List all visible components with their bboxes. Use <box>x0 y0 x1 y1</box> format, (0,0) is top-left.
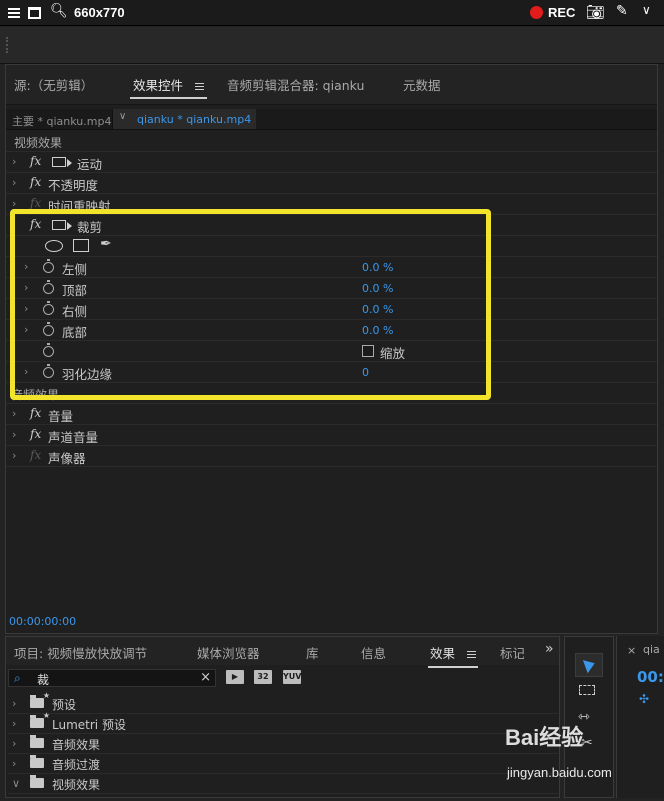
tab-libraries[interactable]: 库 <box>306 643 319 662</box>
effect-name-motion: 运动 <box>77 157 103 172</box>
video-effects-label: 视频效果 <box>14 136 63 150</box>
close-icon[interactable]: × <box>627 644 636 657</box>
window-icon[interactable] <box>28 7 41 19</box>
tree-item-presets[interactable]: › 预设 <box>8 691 558 714</box>
accelerated-effects-icon[interactable]: ▶ <box>226 670 244 684</box>
toolbar-grip[interactable] <box>6 37 8 53</box>
effect-row-channel-volume[interactable]: › fx 声道音量 <box>6 425 657 446</box>
motion-transform-icon[interactable] <box>52 157 72 167</box>
tree-item-label: 预设 <box>52 698 77 712</box>
chevron-right-icon[interactable]: › <box>12 428 16 441</box>
effects-search[interactable]: ⌕ 裁 × <box>8 669 216 687</box>
tab-effect-controls[interactable]: 效果控件 <box>130 75 207 99</box>
tree-item-label: 音频过渡 <box>52 758 101 772</box>
folder-icon <box>30 735 44 748</box>
chevron-right-icon[interactable]: › <box>12 697 16 710</box>
tab-source[interactable]: 源:（无剪辑） <box>14 75 93 94</box>
tab-media-browser[interactable]: 媒体浏览器 <box>197 643 260 662</box>
tab-info[interactable]: 信息 <box>361 643 386 662</box>
tab-markers[interactable]: 标记 <box>500 643 524 662</box>
rec-label[interactable]: REC <box>548 5 575 20</box>
sequence-tab-label[interactable]: qia <box>643 643 660 656</box>
tab-audio-clip-mixer[interactable]: 音频剪辑混合器: qianku <box>227 75 364 94</box>
playhead-timecode[interactable]: 00:00:00:00 <box>9 615 76 628</box>
folder-icon <box>30 711 50 728</box>
tree-item-audio-transitions[interactable]: › 音频过渡 <box>8 754 558 774</box>
search-icon[interactable]: 🔍︎ <box>50 3 68 19</box>
panel-menu-icon[interactable] <box>467 649 476 660</box>
chevron-down-icon[interactable]: ∨ <box>12 777 20 790</box>
fx-icon[interactable]: fx <box>30 427 41 441</box>
tree-item-label: 视频效果 <box>52 778 101 792</box>
yuv-effects-icon[interactable]: YUV <box>283 670 301 684</box>
tree-item-label: 音频效果 <box>52 738 101 752</box>
snap-icon[interactable]: ✣ <box>639 692 649 706</box>
panel-menu-icon[interactable] <box>195 81 204 92</box>
chevron-right-icon[interactable]: › <box>12 407 16 420</box>
baidu-watermark-url: jingyan.baidu.com <box>507 765 612 780</box>
section-header-video: 视频效果 <box>6 131 657 152</box>
effect-name-opacity: 不透明度 <box>48 178 99 193</box>
pen-icon[interactable]: ✎ <box>616 3 628 19</box>
chevron-down-icon[interactable]: ∨ <box>642 3 651 17</box>
effect-name-volume: 音量 <box>48 409 74 424</box>
chevron-right-icon[interactable]: › <box>12 717 16 730</box>
folder-icon <box>30 691 50 708</box>
chevron-right-icon[interactable]: › <box>12 757 16 770</box>
toolbar <box>0 27 664 64</box>
resolution-label: 660x770 <box>74 5 125 20</box>
bottom-tabs: 项目: 视频慢放快放调节 媒体浏览器 库 信息 效果 标记 » <box>6 637 559 668</box>
fx-icon: fx <box>30 448 42 462</box>
tab-metadata[interactable]: 元数据 <box>403 75 441 94</box>
chevron-right-icon[interactable]: › <box>12 449 16 462</box>
baidu-watermark-logo: Bai经验 <box>505 725 584 750</box>
effect-row-motion[interactable]: › fx 运动 <box>6 152 657 173</box>
menu-icon[interactable] <box>8 6 20 20</box>
search-icon: ⌕ <box>14 671 21 685</box>
effect-row-panner[interactable]: › fx 声像器 <box>6 446 657 467</box>
tree-item-video-effects[interactable]: ∨ 视频效果 <box>8 774 558 794</box>
effect-name-channel-volume: 声道音量 <box>48 430 99 445</box>
effect-row-volume[interactable]: › fx 音量 <box>6 404 657 425</box>
chevron-right-icon[interactable]: › <box>12 176 16 189</box>
effects-search-input[interactable]: 裁 <box>37 671 49 688</box>
timeline-timecode[interactable]: 00: <box>637 668 664 686</box>
sequence-clip[interactable]: ∨ qianku * qianku.mp4 <box>112 109 256 129</box>
clip-selector: 主要 * qianku.mp4 ∨ qianku * qianku.mp4 <box>6 109 657 130</box>
clear-search-icon[interactable]: × <box>200 670 211 685</box>
folder-icon <box>30 775 44 788</box>
timeline-panel: × qia 00: ✣ <box>616 636 664 798</box>
tree-item-audio-effects[interactable]: › 音频效果 <box>8 734 558 754</box>
effects-browser-panel: 项目: 视频慢放快放调节 媒体浏览器 库 信息 效果 标记 » ⌕ 裁 × ▶ … <box>5 636 560 798</box>
chevron-down-icon[interactable]: ∨ <box>119 111 126 122</box>
record-icon[interactable] <box>530 6 543 19</box>
32bit-effects-icon[interactable]: 32 <box>254 670 272 684</box>
fx-icon[interactable]: fx <box>30 406 41 420</box>
selection-tool-button[interactable] <box>575 653 603 677</box>
tree-item-lumetri-presets[interactable]: › Lumetri 预设 <box>8 711 558 734</box>
tab-effects[interactable]: 效果 <box>428 643 478 668</box>
crop-highlight-box <box>10 209 491 400</box>
tab-effect-controls-label: 效果控件 <box>133 78 184 93</box>
track-select-tool-icon[interactable] <box>579 685 595 695</box>
tab-effects-label: 效果 <box>430 646 456 661</box>
effect-row-opacity[interactable]: › fx 不透明度 <box>6 173 657 194</box>
sequence-clip-label: qianku * qianku.mp4 <box>137 113 252 126</box>
panel-tabs: 源:（无剪辑） 效果控件 音频剪辑混合器: qianku 元数据 <box>6 65 657 105</box>
fx-icon[interactable]: fx <box>30 175 41 189</box>
camera-icon[interactable]: 📷︎ <box>586 3 605 21</box>
more-tabs-icon[interactable]: » <box>545 641 554 657</box>
fx-icon[interactable]: fx <box>30 154 41 168</box>
chevron-right-icon[interactable]: › <box>12 737 16 750</box>
folder-icon <box>30 755 44 768</box>
tree-item-label: Lumetri 预设 <box>52 718 126 732</box>
tab-project[interactable]: 项目: 视频慢放快放调节 <box>14 643 147 662</box>
chevron-right-icon[interactable]: › <box>12 155 16 168</box>
effect-name-panner: 声像器 <box>48 451 86 466</box>
recorder-bar: 🔍︎ 660x770 REC 📷︎ ✎ ∨ <box>0 0 664 26</box>
master-clip[interactable]: 主要 * qianku.mp4 <box>12 113 111 129</box>
fx-icon: fx <box>30 196 42 210</box>
